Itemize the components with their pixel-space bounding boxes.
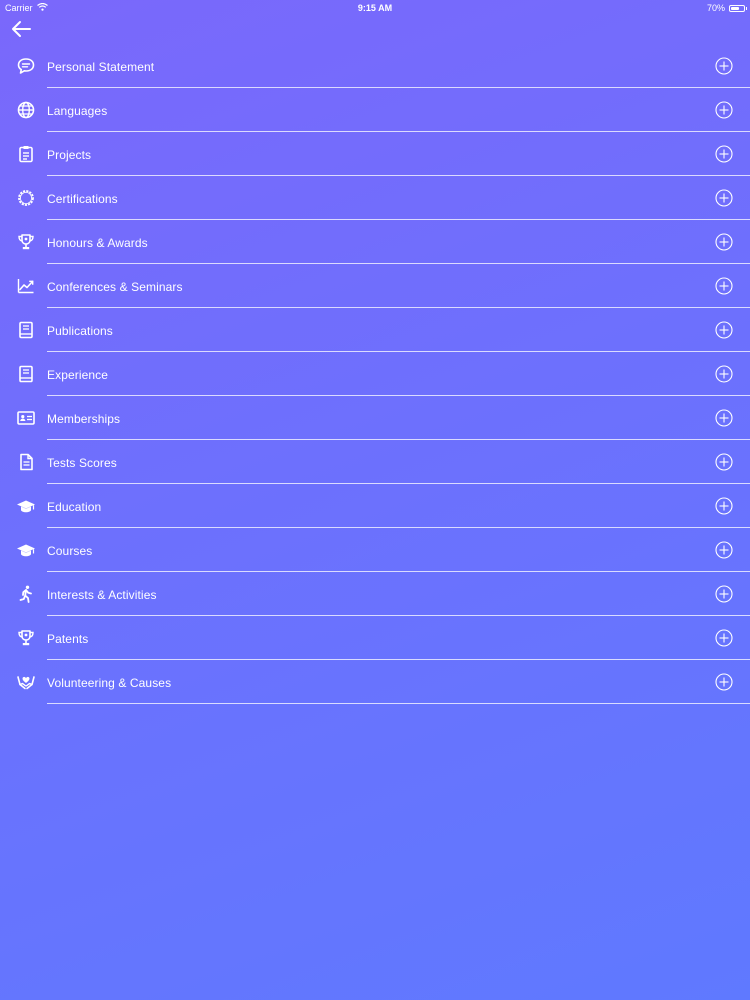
- add-volunteering-and-causes-button[interactable]: [715, 673, 733, 691]
- section-row-projects[interactable]: Projects: [0, 132, 750, 176]
- section-row-publications[interactable]: Publications: [0, 308, 750, 352]
- section-row-experience[interactable]: Experience: [0, 352, 750, 396]
- section-label: Experience: [47, 368, 109, 382]
- section-row-certifications[interactable]: Certifications: [0, 176, 750, 220]
- status-bar: Carrier 9:15 AM 70%: [0, 0, 750, 16]
- section-label: Education: [47, 500, 102, 514]
- section-row-conferences-and-seminars[interactable]: Conferences & Seminars: [0, 264, 750, 308]
- back-button[interactable]: [10, 19, 32, 39]
- add-conferences-and-seminars-button[interactable]: [715, 277, 733, 295]
- book-icon: [16, 364, 36, 384]
- plus-circle-icon: [715, 321, 733, 339]
- section-row-patents[interactable]: Patents: [0, 616, 750, 660]
- add-courses-button[interactable]: [715, 541, 733, 559]
- section-list: Personal Statement Languages Projects Ce…: [0, 44, 750, 704]
- seal-icon: [16, 188, 36, 208]
- section-row-languages[interactable]: Languages: [0, 88, 750, 132]
- add-projects-button[interactable]: [715, 145, 733, 163]
- add-education-button[interactable]: [715, 497, 733, 515]
- document-icon: [16, 452, 36, 472]
- section-label: Publications: [47, 324, 113, 338]
- graduation-cap-icon: [16, 496, 36, 516]
- section-label: Memberships: [47, 412, 121, 426]
- globe-icon: [16, 100, 36, 120]
- running-person-icon: [16, 584, 36, 604]
- helping-hands-icon: [16, 672, 36, 692]
- section-label: Languages: [47, 104, 108, 118]
- trending-up-icon: [16, 276, 36, 296]
- status-right: 70%: [706, 3, 747, 13]
- add-honours-and-awards-button[interactable]: [715, 233, 733, 251]
- add-personal-statement-button[interactable]: [715, 57, 733, 75]
- section-row-honours-and-awards[interactable]: Honours & Awards: [0, 220, 750, 264]
- section-label: Certifications: [47, 192, 118, 206]
- id-card-icon: [16, 408, 36, 428]
- add-publications-button[interactable]: [715, 321, 733, 339]
- section-row-volunteering-and-causes[interactable]: Volunteering & Causes: [0, 660, 750, 704]
- section-row-courses[interactable]: Courses: [0, 528, 750, 572]
- plus-circle-icon: [715, 145, 733, 163]
- chat-bubble-icon: [16, 56, 36, 76]
- section-label: Tests Scores: [47, 456, 117, 470]
- section-row-personal-statement[interactable]: Personal Statement: [0, 44, 750, 88]
- arrow-left-icon: [12, 21, 31, 37]
- section-label: Personal Statement: [47, 60, 155, 74]
- row-divider: [47, 703, 750, 704]
- battery-percent: 70%: [706, 3, 725, 13]
- clipboard-icon: [16, 144, 36, 164]
- add-certifications-button[interactable]: [715, 189, 733, 207]
- section-row-memberships[interactable]: Memberships: [0, 396, 750, 440]
- plus-circle-icon: [715, 585, 733, 603]
- plus-circle-icon: [715, 453, 733, 471]
- section-row-tests-scores[interactable]: Tests Scores: [0, 440, 750, 484]
- section-row-interests-and-activities[interactable]: Interests & Activities: [0, 572, 750, 616]
- plus-circle-icon: [715, 409, 733, 427]
- plus-circle-icon: [715, 629, 733, 647]
- plus-circle-icon: [715, 541, 733, 559]
- section-row-education[interactable]: Education: [0, 484, 750, 528]
- section-label: Patents: [47, 632, 89, 646]
- battery-fill: [731, 6, 740, 10]
- section-label: Conferences & Seminars: [47, 280, 183, 294]
- plus-circle-icon: [715, 233, 733, 251]
- add-languages-button[interactable]: [715, 101, 733, 119]
- plus-circle-icon: [715, 189, 733, 207]
- section-label: Volunteering & Causes: [47, 676, 172, 690]
- plus-circle-icon: [715, 277, 733, 295]
- plus-circle-icon: [715, 497, 733, 515]
- add-experience-button[interactable]: [715, 365, 733, 383]
- graduation-cap-icon: [16, 540, 36, 560]
- plus-circle-icon: [715, 57, 733, 75]
- add-tests-scores-button[interactable]: [715, 453, 733, 471]
- status-time: 9:15 AM: [357, 3, 393, 13]
- plus-circle-icon: [715, 101, 733, 119]
- add-interests-and-activities-button[interactable]: [715, 585, 733, 603]
- trophy-icon: [16, 628, 36, 648]
- add-memberships-button[interactable]: [715, 409, 733, 427]
- section-label: Projects: [47, 148, 92, 162]
- section-label: Interests & Activities: [47, 588, 157, 602]
- section-label: Courses: [47, 544, 93, 558]
- add-patents-button[interactable]: [715, 629, 733, 647]
- battery-icon: [729, 4, 747, 12]
- plus-circle-icon: [715, 673, 733, 691]
- plus-circle-icon: [715, 365, 733, 383]
- section-label: Honours & Awards: [47, 236, 148, 250]
- book-icon: [16, 320, 36, 340]
- trophy-icon: [16, 232, 36, 252]
